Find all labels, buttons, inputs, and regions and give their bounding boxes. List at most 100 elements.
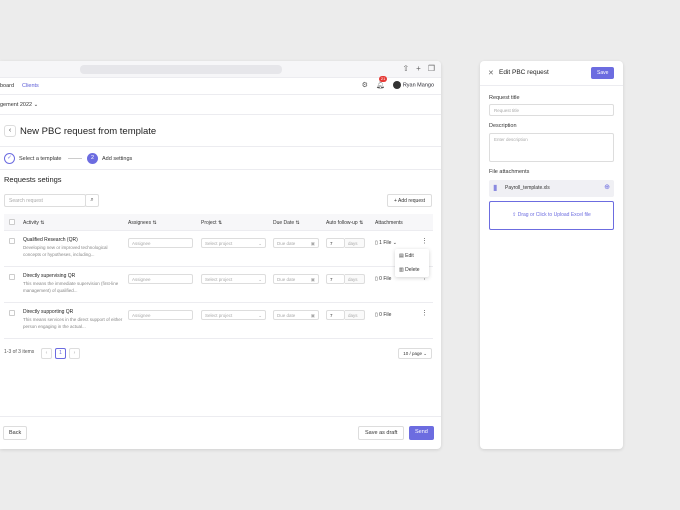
calendar-icon: ▣ xyxy=(310,241,315,246)
row-checkbox[interactable] xyxy=(9,238,15,244)
chevron-down-icon: ⌄ xyxy=(258,241,262,246)
engagement-select[interactable]: gement 2022 ⌄ xyxy=(0,102,38,108)
assignee-select[interactable]: Assignee xyxy=(128,274,193,284)
row-title: Directly supervising QR xyxy=(23,273,76,279)
row-action-menu: ▤ Edit ▥ Delete xyxy=(395,249,429,277)
page-number[interactable]: 1 xyxy=(55,348,66,359)
attachments-label: File attachments xyxy=(489,169,530,175)
row-description: Developing new or improved technological… xyxy=(23,245,108,257)
attachments-dropdown[interactable]: ▯ 1 File ⌄ xyxy=(375,240,397,246)
attachments-dropdown[interactable]: ▯ 0 File xyxy=(375,312,391,318)
trash-icon: ▥ xyxy=(399,267,404,273)
per-page-select[interactable]: 10 / page ⌄ xyxy=(398,348,432,359)
menu-item-delete[interactable]: ▥ Delete xyxy=(395,263,429,277)
back-button[interactable]: Back xyxy=(3,426,28,440)
followup-number[interactable]: 7 xyxy=(326,310,345,320)
table-row: Directly supervising QR This means the i… xyxy=(4,267,433,303)
calendar-icon: ▣ xyxy=(310,277,315,282)
notification-badge: 21 xyxy=(378,76,388,82)
page-title: New PBC request from template xyxy=(20,126,157,137)
request-title-label: Request title xyxy=(489,95,520,101)
row-checkbox[interactable] xyxy=(9,274,15,280)
chevron-down-icon: ⌄ xyxy=(258,313,262,318)
prev-page-button[interactable]: ‹ xyxy=(41,348,52,359)
url-bar[interactable] xyxy=(80,65,282,74)
panel-title: Edit PBC request xyxy=(499,69,549,76)
due-date-picker[interactable]: Due date ▣ xyxy=(273,310,319,320)
user-name: Ryan Mango xyxy=(402,82,434,89)
chevron-down-icon: ⌄ xyxy=(258,277,262,282)
check-icon: ✓ xyxy=(4,153,15,164)
browser-chrome: ⇧ + ❐ xyxy=(0,61,441,78)
file-icon: ▯ xyxy=(375,276,378,282)
edit-icon: ▤ xyxy=(399,253,404,259)
followup-number[interactable]: 7 xyxy=(326,238,345,248)
settings-icon[interactable]: ⚙ xyxy=(362,81,368,89)
assignee-select[interactable]: Assignee xyxy=(128,238,193,248)
search-input[interactable]: Search request xyxy=(4,194,86,207)
followup-unit: days xyxy=(345,274,365,284)
file-name: Payroll_template.xls xyxy=(505,185,550,191)
send-button[interactable]: Send xyxy=(409,426,434,440)
add-circle-icon[interactable]: ⊕ xyxy=(604,183,610,191)
followup-number[interactable]: 7 xyxy=(326,274,345,284)
step-number: 2 xyxy=(87,153,98,164)
file-item: ▮ Payroll_template.xls ⊕ xyxy=(489,180,614,197)
new-tab-icon[interactable]: + xyxy=(416,64,421,73)
step-2[interactable]: 2 Add settings xyxy=(87,153,132,164)
tabs-icon[interactable]: ❐ xyxy=(428,64,435,73)
pagination-summary: 1-3 of 3 items xyxy=(4,349,35,355)
col-due-date[interactable]: Due Date ⇅ xyxy=(273,220,300,226)
add-request-button[interactable]: + Add request xyxy=(387,194,432,207)
document-icon: ▮ xyxy=(493,183,498,192)
file-icon: ▯ xyxy=(375,240,378,246)
col-activity[interactable]: Activity ⇅ xyxy=(23,220,44,226)
request-title-input[interactable]: Request title xyxy=(489,104,614,116)
more-options-icon[interactable]: ⋮ xyxy=(421,237,428,245)
description-label: Description xyxy=(489,123,517,129)
close-icon[interactable]: ✕ xyxy=(488,69,494,77)
avatar xyxy=(392,81,401,89)
nav-dashboard[interactable]: board xyxy=(0,83,14,89)
row-description: This means services in the direct suppor… xyxy=(23,317,123,329)
col-project[interactable]: Project ⇅ xyxy=(201,220,222,226)
row-checkbox[interactable] xyxy=(9,310,15,316)
due-date-picker[interactable]: Due date ▣ xyxy=(273,238,319,248)
description-textarea[interactable]: Enter description xyxy=(489,133,614,162)
calendar-icon: ▣ xyxy=(310,313,315,318)
row-description: This means the immediate supervision (fi… xyxy=(23,281,119,293)
more-options-icon[interactable]: ⋮ xyxy=(421,309,428,317)
step-1[interactable]: ✓ Select a template xyxy=(4,153,62,164)
chevron-down-icon: ⌄ xyxy=(33,102,39,108)
attachments-dropdown[interactable]: ▯ 0 File xyxy=(375,276,391,282)
project-select[interactable]: Select project ⌄ xyxy=(201,274,266,284)
nav-clients[interactable]: Clients xyxy=(22,83,39,89)
row-title: Qualified Research (QR) xyxy=(23,237,78,243)
edit-panel: ✕ Edit PBC request Save Request title Re… xyxy=(480,61,623,449)
col-auto-followup[interactable]: Auto follow-up ⇅ xyxy=(326,220,363,226)
save-button[interactable]: Save xyxy=(591,67,615,79)
section-title: Requests setings xyxy=(4,175,62,184)
assignee-select[interactable]: Assignee xyxy=(128,310,193,320)
project-select[interactable]: Select project ⌄ xyxy=(201,310,266,320)
back-arrow-button[interactable]: ‹ xyxy=(4,125,16,137)
upload-icon: ⇪ xyxy=(512,212,517,218)
due-date-picker[interactable]: Due date ▣ xyxy=(273,274,319,284)
table-row: Qualified Research (QR) Developing new o… xyxy=(4,231,433,267)
upload-dropzone[interactable]: ⇪ Drag or Click to Upload Excel file xyxy=(489,201,614,230)
col-assignees[interactable]: Assignees ⇅ xyxy=(128,220,157,226)
bell-icon[interactable]: 🔔︎ 21 xyxy=(376,76,388,89)
followup-unit: days xyxy=(345,310,365,320)
search-icon[interactable]: ⌕ xyxy=(85,194,99,207)
next-page-button[interactable]: › xyxy=(69,348,80,359)
share-icon[interactable]: ⇧ xyxy=(402,64,409,73)
top-nav: board Clients ⚙ 🔔︎ 21 Ryan Mango xyxy=(0,76,441,95)
save-draft-button[interactable]: Save as draft xyxy=(358,426,405,440)
user-menu[interactable]: Ryan Mango xyxy=(392,81,434,89)
row-title: Directly supporting QR xyxy=(23,309,74,315)
file-icon: ▯ xyxy=(375,312,378,318)
select-all-checkbox[interactable] xyxy=(9,219,15,225)
project-select[interactable]: Select project ⌄ xyxy=(201,238,266,248)
col-attachments: Attachments xyxy=(375,220,403,226)
menu-item-edit[interactable]: ▤ Edit xyxy=(395,249,429,263)
